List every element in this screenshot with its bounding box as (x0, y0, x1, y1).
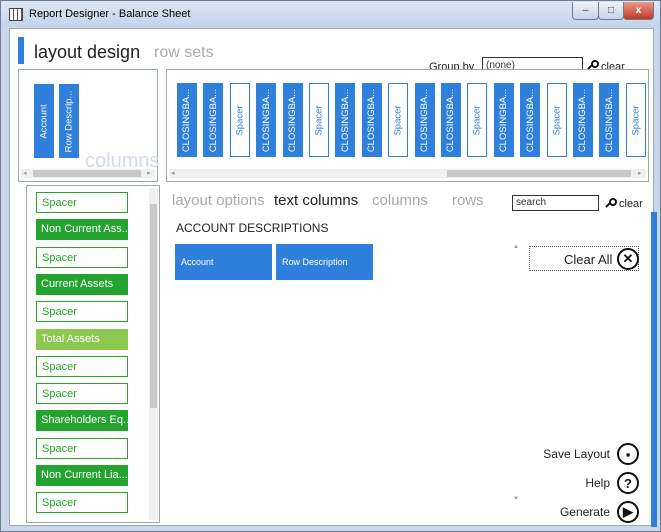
app-icon (9, 8, 23, 21)
chip-label: Spacer (313, 104, 325, 136)
closing-balance-column-chip[interactable]: CLOSINGBA... (441, 83, 461, 157)
report-designer-window: Report Designer - Balance Sheet – □ x la… (0, 0, 661, 532)
column-chip-row-description[interactable]: Row Descrip... (59, 84, 79, 158)
chip-label: CLOSINGBA... (577, 88, 589, 152)
chip-label: Spacer (471, 104, 483, 136)
help-label[interactable]: Help (530, 476, 610, 490)
spacer-row-item[interactable]: Spacer (36, 492, 128, 514)
minimize-button[interactable]: – (572, 2, 599, 20)
chip-label: CLOSINGBA... (445, 88, 457, 152)
spacer-column-chip[interactable]: Spacer (467, 83, 488, 157)
section-title: ACCOUNT DESCRIPTIONS (176, 221, 329, 235)
closing-balance-column-chip[interactable]: CLOSINGBA... (599, 83, 620, 157)
scroll-thumb[interactable] (33, 170, 141, 177)
vertical-scrollbar[interactable] (149, 188, 158, 520)
search-clear-link[interactable]: clear (619, 198, 643, 210)
chip-label: Spacer (392, 104, 404, 136)
spacer-column-chip[interactable]: Spacer (229, 83, 250, 157)
chip-label: Spacer (551, 104, 563, 136)
closing-balance-column-chip[interactable]: CLOSINGBA... (203, 83, 224, 157)
rows-panel: Spacer Non Current Ass... Spacer Current As… (26, 185, 160, 523)
chip-label: CLOSINGBA... (366, 88, 378, 152)
spacer-row-item[interactable]: Spacer (36, 301, 128, 323)
search-input[interactable]: search (512, 195, 599, 211)
chip-label: CLOSINGBA... (181, 88, 193, 152)
row-item[interactable]: Total Assets (36, 328, 128, 350)
closing-balance-column-chip[interactable]: CLOSINGBA... (520, 83, 541, 157)
closing-balance-column-chip[interactable]: CLOSINGBA... (414, 83, 435, 157)
spacer-column-chip[interactable]: Spacer (625, 83, 646, 157)
chip-label: Spacer (234, 104, 246, 136)
tab-rows[interactable]: rows (452, 192, 484, 209)
close-button[interactable]: x (623, 2, 654, 20)
scroll-right-icon[interactable]: ▸ (147, 169, 151, 177)
chip-label: CLOSINGBA... (419, 88, 431, 152)
window-title: Report Designer - Balance Sheet (29, 8, 191, 20)
save-icon[interactable]: ▪ (617, 443, 639, 465)
horizontal-scrollbar[interactable]: ◂ ▸ (21, 169, 155, 178)
search-icon[interactable] (605, 198, 617, 209)
designer-client: layout design row sets Group by (none) c… (9, 28, 657, 527)
spacer-row-item[interactable]: Spacer (36, 383, 128, 405)
scroll-down-icon[interactable]: ▼ (513, 496, 519, 502)
scroll-thumb[interactable] (447, 170, 631, 177)
play-icon[interactable]: ▶ (617, 501, 639, 523)
scroll-left-icon[interactable]: ◂ (171, 169, 175, 177)
options-scrollbar[interactable]: ▲ ▼ (513, 244, 521, 504)
title-bar: Report Designer - Balance Sheet – □ x (1, 1, 660, 27)
chip-label: Account (38, 103, 50, 139)
help-icon[interactable]: ? (617, 472, 639, 494)
tab-row-sets[interactable]: row sets (154, 44, 214, 62)
row-item[interactable]: Non Current Lia... (36, 465, 128, 486)
text-column-card-account[interactable]: Account (175, 244, 272, 280)
chip-label: CLOSINGBA... (524, 88, 536, 152)
spacer-row-item[interactable]: Spacer (36, 355, 128, 377)
chip-label: Spacer (630, 104, 642, 136)
scroll-thumb[interactable] (150, 204, 157, 408)
maximize-button[interactable]: □ (598, 2, 624, 20)
scroll-right-icon[interactable]: ▸ (638, 169, 642, 177)
chip-label: CLOSINGBA... (498, 88, 510, 152)
closing-balance-column-chip[interactable]: CLOSINGBA... (335, 83, 356, 157)
spacer-row-item[interactable]: Spacer (36, 192, 128, 213)
chip-label: CLOSINGBA... (287, 88, 299, 152)
chip-label: Row Descrip... (63, 90, 75, 152)
accent-side-bar (651, 212, 657, 527)
tab-columns[interactable]: columns (372, 192, 428, 209)
columns-strip-panel: CLOSINGBA... CLOSINGBA... Spacer CLOSINGBA.… (166, 69, 649, 182)
clear-all-label: Clear All (564, 252, 613, 267)
chip-label: CLOSINGBA... (339, 88, 351, 152)
closing-balance-column-chip[interactable]: CLOSINGBA... (282, 83, 303, 157)
spacer-column-chip[interactable]: Spacer (309, 83, 329, 157)
tab-text-columns[interactable]: text columns (274, 192, 358, 209)
closing-balance-column-chip[interactable]: CLOSINGBA... (177, 83, 197, 157)
spacer-column-chip[interactable]: Spacer (388, 83, 409, 157)
closing-balance-column-chip[interactable]: CLOSINGBA... (493, 83, 514, 157)
row-item[interactable]: Non Current Ass... (36, 219, 128, 241)
tab-layout-design[interactable]: layout design (34, 42, 140, 63)
row-item[interactable]: Current Assets (36, 273, 128, 295)
column-chip-account[interactable]: Account (34, 84, 54, 158)
chip-label: CLOSINGBA... (207, 88, 219, 152)
scroll-left-icon[interactable]: ◂ (23, 169, 27, 177)
tab-layout-options[interactable]: layout options (172, 192, 265, 209)
text-column-card-row-description[interactable]: Row Description (276, 244, 373, 280)
spacer-row-item[interactable]: Spacer (36, 246, 128, 268)
accent-bar (18, 37, 24, 64)
closing-balance-column-chip[interactable]: CLOSINGBA... (256, 83, 277, 157)
chip-label: CLOSINGBA... (260, 88, 272, 152)
closing-balance-column-chip[interactable]: CLOSINGBA... (361, 83, 382, 157)
horizontal-scrollbar[interactable]: ◂ ▸ (169, 169, 646, 178)
save-layout-label[interactable]: Save Layout (530, 447, 610, 461)
chip-label: CLOSINGBA... (603, 88, 615, 152)
text-columns-panel: Account Row Descrip... columns ◂ ▸ (18, 69, 159, 182)
spacer-row-item[interactable]: Spacer (36, 437, 128, 459)
scroll-up-icon[interactable]: ▲ (513, 244, 519, 250)
spacer-column-chip[interactable]: Spacer (546, 83, 567, 157)
row-item[interactable]: Shareholders Eq... (36, 410, 128, 432)
generate-label[interactable]: Generate (530, 505, 610, 519)
close-circle-icon[interactable]: ✕ (617, 248, 639, 270)
closing-balance-column-chip[interactable]: CLOSINGBA... (573, 83, 593, 157)
